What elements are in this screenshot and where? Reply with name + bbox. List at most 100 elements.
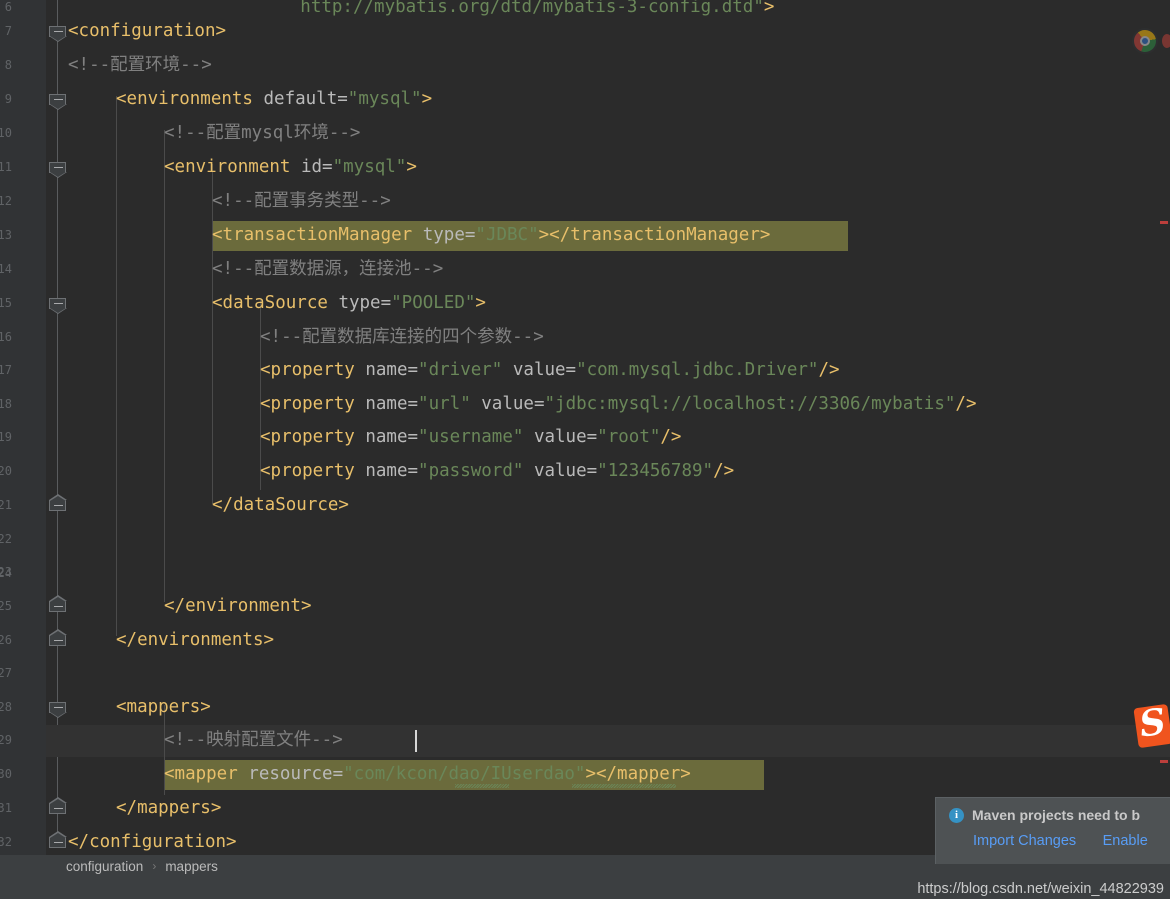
code-token-tag: </environment> (164, 596, 312, 616)
code-token-val: "username" (418, 427, 524, 447)
code-line[interactable]: <!--配置事务类型--> (212, 185, 391, 218)
line-number: 13 (0, 228, 12, 242)
code-token-cmt: <!--配置环境--> (68, 55, 212, 75)
line-number: 10 (0, 126, 12, 140)
breadcrumb-item-configuration[interactable]: configuration (66, 859, 143, 874)
line-number: 30 (0, 767, 12, 781)
code-line[interactable]: <configuration> (68, 15, 226, 48)
fold-end-icon[interactable] (49, 831, 67, 848)
line-number: 22 (0, 532, 12, 546)
fold-dash-icon (54, 303, 63, 304)
line-number: 29 (0, 733, 12, 747)
code-line[interactable]: <!--配置数据库连接的四个参数--> (260, 321, 544, 354)
code-token-tag: </dataSource> (212, 495, 349, 515)
code-token-val: "JDBC" (475, 225, 539, 245)
line-number: 31 (0, 801, 12, 815)
code-line[interactable]: </dataSource> (212, 489, 349, 522)
sogou-input-icon[interactable]: S (1133, 703, 1170, 749)
code-line[interactable]: <dataSource type="POOLED"> (212, 287, 486, 320)
code-token-attr: value= (523, 461, 598, 481)
code-token-tag: <transactionManager (212, 225, 413, 245)
fold-end-icon[interactable] (49, 595, 67, 612)
code-token-attr: name= (354, 461, 419, 481)
code-line[interactable]: <!--配置mysql环境--> (164, 117, 360, 150)
fold-open-icon[interactable] (49, 94, 67, 110)
code-token-attr: name= (354, 360, 419, 380)
line-number: 20 (0, 464, 12, 478)
code-token-val: "password" (418, 461, 524, 481)
code-token-tag: </mappers> (116, 798, 222, 818)
code-token-attr: name= (354, 427, 419, 447)
code-token-tag: ></mapper> (585, 764, 691, 784)
code-token-cmt: <!--配置mysql环境--> (164, 123, 361, 143)
enable-auto-import-link[interactable]: Enable (1103, 833, 1148, 849)
code-editor[interactable]: 6 7 8 9 10 11 12 13 14 15 16 17 18 19 20 21 22 23 24 25 26 27… (0, 0, 1170, 855)
code-token-tag: <dataSource (212, 293, 328, 313)
sogou-icon-glyph: S (1136, 703, 1169, 746)
fold-dash-icon (54, 842, 63, 843)
browser-edge-icon[interactable] (1162, 34, 1170, 48)
code-line[interactable]: http://mybatis.org/dtd/mybatis-3-config.… (216, 0, 774, 24)
fold-open-icon[interactable] (49, 702, 67, 718)
code-token-tag: > (421, 89, 433, 109)
code-line[interactable]: </configuration> (68, 826, 237, 855)
code-token-tag: <mappers> (116, 697, 211, 717)
code-line[interactable]: <property name="username" value="root"/> (260, 421, 681, 454)
code-token-val: "url" (418, 394, 471, 414)
line-number: 9 (4, 92, 12, 106)
fold-open-icon[interactable] (49, 26, 67, 42)
fold-end-icon[interactable] (49, 797, 67, 814)
code-token-val: "driver" (418, 360, 503, 380)
code-line[interactable]: <!--配置数据源，连接池--> (212, 253, 443, 286)
line-number: 17 (0, 363, 12, 377)
error-stripe-mark[interactable] (1160, 221, 1168, 224)
csdn-watermark: https://blog.csdn.net/weixin_44822939 (917, 881, 1164, 897)
line-number: 25 (0, 599, 12, 613)
breadcrumb-item-mappers[interactable]: mappers (165, 859, 218, 874)
fold-open-icon[interactable] (49, 162, 67, 178)
fold-dash-icon (54, 31, 63, 32)
chrome-icon[interactable] (1132, 28, 1158, 54)
code-line[interactable]: <environment id="mysql"> (164, 151, 417, 184)
code-token-attr: type= (327, 293, 392, 313)
fold-end-icon[interactable] (49, 494, 67, 511)
code-token-tag: /> (955, 394, 977, 414)
import-changes-link[interactable]: Import Changes (973, 833, 1076, 849)
code-line[interactable]: <property name="driver" value="com.mysql… (260, 354, 840, 387)
code-token-val: http://mybatis.org/dtd/mybatis-3-config.… (216, 0, 764, 17)
code-token-tag: <environment (164, 157, 291, 177)
code-token-val: "root" (597, 427, 661, 447)
maven-notification-actions: Import Changes Enable (949, 832, 1170, 850)
code-line[interactable]: </mappers> (116, 792, 221, 825)
code-line[interactable]: <property name="url" value="jdbc:mysql:/… (260, 388, 976, 421)
code-line[interactable]: <environments default="mysql"> (116, 83, 432, 116)
code-token-attr: value= (523, 427, 598, 447)
code-text[interactable]: http://mybatis.org/dtd/mybatis-3-config.… (68, 0, 1170, 855)
code-token-tag: > (406, 157, 417, 177)
code-token-tag: /> (818, 360, 840, 380)
code-token-attr: value= (502, 360, 577, 380)
code-token-tag: </environments> (116, 630, 275, 650)
error-stripe-mark[interactable] (1160, 760, 1168, 763)
code-token-tag: </configuration> (68, 832, 237, 852)
fold-end-icon[interactable] (49, 629, 67, 646)
line-number: 21 (0, 498, 12, 512)
code-token-tag: /> (713, 461, 735, 481)
fold-rail (57, 0, 58, 846)
code-line[interactable]: </environment> (164, 590, 312, 623)
code-line[interactable]: <property name="password" value="1234567… (260, 455, 734, 488)
code-line[interactable]: <!--配置环境--> (68, 49, 212, 82)
line-number: 11 (0, 160, 12, 174)
editor-gutter[interactable]: 6 7 8 9 10 11 12 13 14 15 16 17 18 19 20 21 22 23 24 25 26 27… (0, 0, 67, 855)
code-token-attr: value= (470, 394, 545, 414)
code-line[interactable]: <mapper resource="com/kcon/dao/IUserdao"… (164, 758, 691, 791)
maven-notification[interactable]: i Maven projects need to b Import Change… (935, 797, 1170, 864)
code-line[interactable]: <transactionManager type="JDBC"></transa… (212, 219, 770, 252)
code-token-tag: > (475, 293, 486, 313)
code-line[interactable]: <mappers> (116, 691, 211, 724)
code-token-val: "mysql" (332, 157, 407, 177)
code-line[interactable]: <!--映射配置文件--> (164, 724, 343, 757)
breadcrumb-separator-icon: › (152, 859, 157, 873)
code-line[interactable]: </environments> (116, 624, 274, 657)
fold-open-icon[interactable] (49, 298, 67, 314)
